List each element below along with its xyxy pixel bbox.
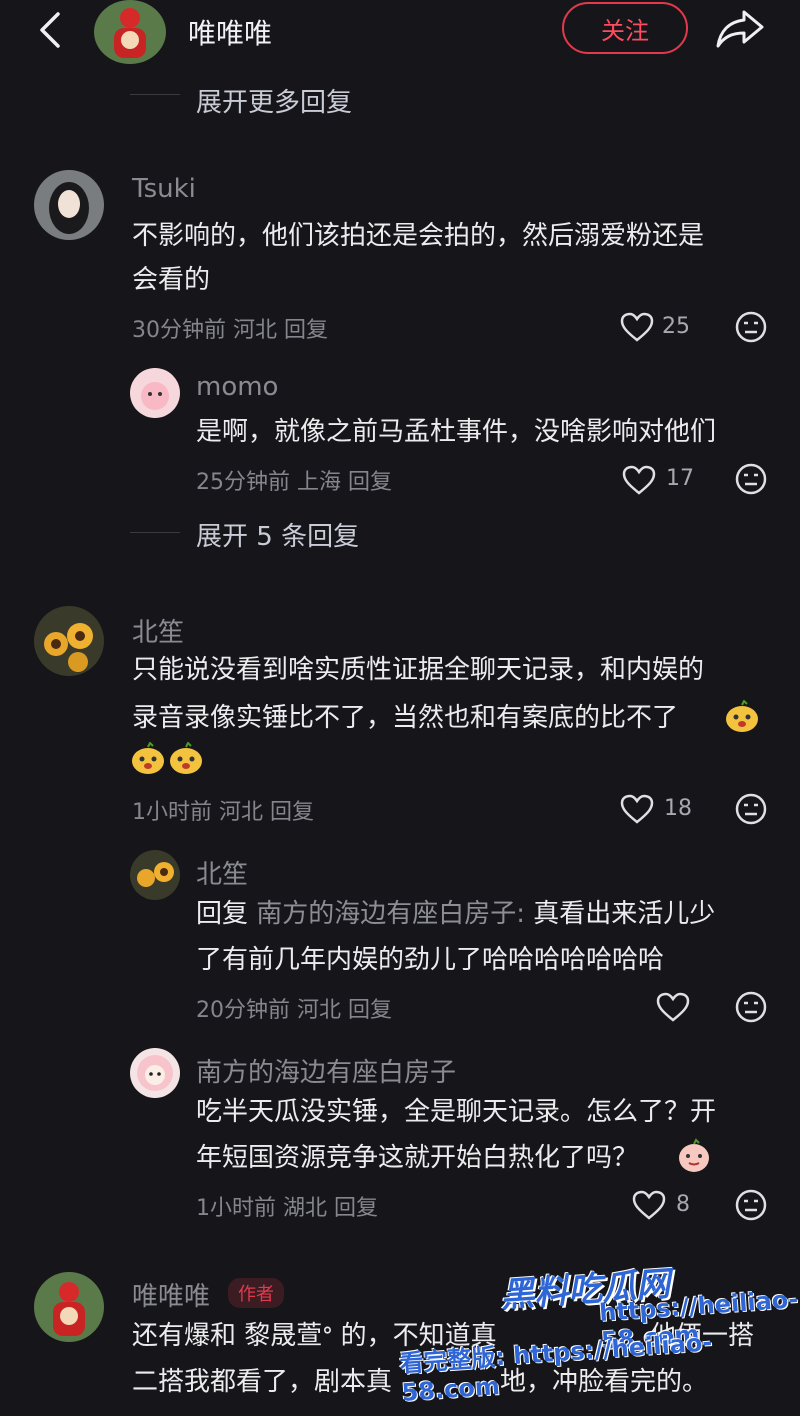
dislike-face-icon[interactable] — [734, 462, 768, 496]
like-heart-icon[interactable] — [620, 312, 654, 342]
comment-meta[interactable]: 1小时前 湖北 回复 — [196, 1190, 378, 1222]
like-count: 18 — [664, 796, 692, 821]
comment-username[interactable]: Tsuki — [132, 174, 196, 204]
comment-meta[interactable]: 1小时前 河北 回复 — [132, 794, 314, 826]
avatar[interactable] — [130, 368, 180, 418]
follow-button[interactable]: 关注 — [562, 2, 688, 54]
comment-text: 二搭我都看了，剧本真 — [132, 1367, 393, 1397]
comment-username[interactable]: 南方的海边有座白房子 — [196, 1052, 456, 1089]
dislike-face-icon[interactable] — [734, 1188, 768, 1222]
comment-username[interactable]: 北笙 — [132, 612, 184, 649]
reply-text: 真看出来活儿少 — [525, 899, 716, 929]
comment-meta[interactable]: 25分钟前 上海 回复 — [196, 464, 392, 496]
comment-text: 录音录像实锤比不了，当然也和有案底的比不了 — [132, 703, 679, 733]
author-name[interactable]: 唯唯唯 — [188, 12, 272, 52]
avatar[interactable] — [34, 606, 104, 676]
expand-more-replies[interactable]: 展开更多回复 — [196, 82, 352, 119]
comment-text: 只能说没看到啥实质性证据全聊天记录，和内娱的 — [132, 655, 705, 685]
comment-meta[interactable]: 20分钟前 河北 回复 — [196, 992, 392, 1024]
like-count: 17 — [666, 466, 694, 491]
dislike-face-icon[interactable] — [734, 990, 768, 1024]
emoji-icon — [132, 742, 164, 774]
comment-text: 了有前几年内娱的劲儿了哈哈哈哈哈哈哈 — [196, 945, 665, 975]
comment-username[interactable]: momo — [196, 372, 278, 402]
like-count: 8 — [676, 1192, 690, 1217]
avatar[interactable] — [130, 850, 180, 900]
like-heart-icon[interactable] — [656, 992, 690, 1022]
comment-meta[interactable]: 30分钟前 河北 回复 — [132, 312, 328, 344]
comment-text: 不影响的，他们该拍还是会拍的，然后溺爱粉还是 — [132, 221, 705, 251]
comment-text: 吃半天瓜没实锤，全是聊天记录。怎么了？开 — [196, 1097, 717, 1127]
comment-text: 回复 南方的海边有座白房子: 真看出来活儿少 — [196, 892, 715, 936]
like-count: 25 — [662, 314, 690, 339]
comment-username[interactable]: 唯唯唯 — [132, 1276, 210, 1313]
emoji-icon — [679, 1138, 709, 1172]
expand-replies[interactable]: 展开 5 条回复 — [196, 516, 359, 553]
reply-prefix: 回复 — [196, 899, 249, 929]
avatar[interactable] — [130, 1048, 180, 1098]
comment-text: 会看的 — [132, 265, 211, 295]
thread-divider — [130, 532, 180, 533]
reply-target[interactable]: 南方的海边有座白房子: — [256, 899, 525, 929]
avatar[interactable] — [34, 170, 104, 240]
author-avatar[interactable] — [94, 0, 166, 64]
like-heart-icon[interactable] — [622, 465, 656, 495]
avatar[interactable] — [34, 1272, 104, 1342]
like-heart-icon[interactable] — [632, 1190, 666, 1220]
comment-username[interactable]: 北笙 — [196, 854, 248, 891]
emoji-icon — [170, 742, 202, 774]
back-arrow-icon[interactable] — [36, 10, 66, 50]
share-icon[interactable] — [714, 6, 766, 50]
thread-divider — [130, 94, 180, 95]
dislike-face-icon[interactable] — [734, 792, 768, 826]
author-badge: 作者 — [228, 1278, 284, 1308]
emoji-icon — [726, 700, 758, 732]
top-bar: 唯唯唯 关注 — [0, 0, 800, 70]
dislike-face-icon[interactable] — [734, 310, 768, 344]
like-heart-icon[interactable] — [620, 794, 654, 824]
comment-text: 年短国资源竞争这就开始白热化了吗？ — [196, 1143, 639, 1173]
comment-text: 是啊，就像之前马孟杜事件，没啥影响对他们 — [196, 417, 717, 447]
